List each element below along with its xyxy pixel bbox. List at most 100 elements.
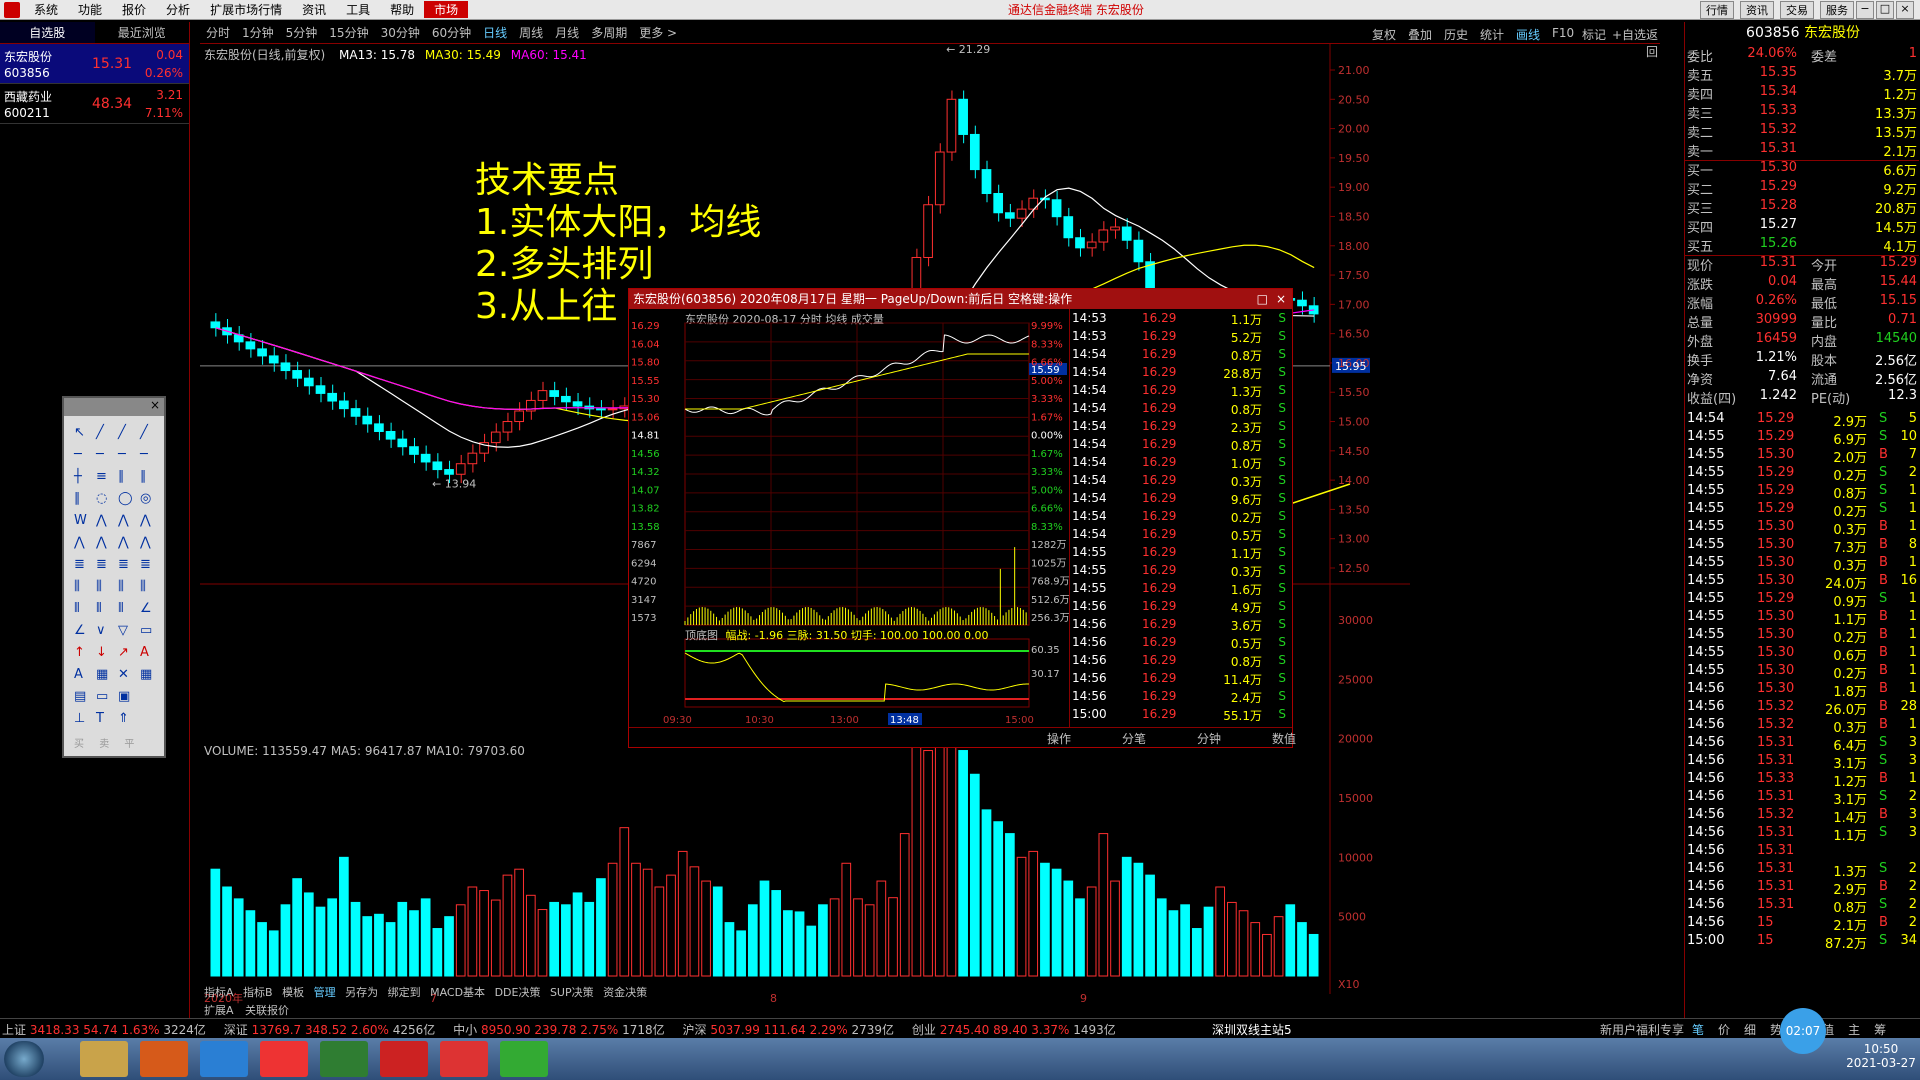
quote-button[interactable]: 行情 [1700, 1, 1734, 19]
indicator-tab[interactable]: 指标B [243, 986, 273, 999]
popup-tab[interactable]: 分笔 [1104, 730, 1164, 747]
period-tab-daily[interactable]: 日线 [477, 24, 513, 41]
tick-row: 14:55 15.30 7.3万 B 8 [1687, 537, 1917, 556]
menu-item[interactable]: 扩展市场行情 [200, 1, 292, 18]
drawing-tools-grid[interactable]: ↖ ╱ ╱ ╱ ─ ─ ─ ─ ┼ ≡ ∥ ∥ ∥ ◌ ◯ ◎ W ⋀ ⋀ ⋀ ⋀ ⋀ ⋀ ⋀ ≣ ≣ ≣ ≣ ⫼ ⫼ ⫼ ⫼ ⦀ ⦀ ⦀ ∠ ∠ ∨ ▽ ▭… [64, 416, 164, 756]
close-icon[interactable]: × [1896, 1, 1914, 19]
sell-tool[interactable]: 卖 [99, 739, 109, 750]
tick-volume: 55.1万 [1223, 709, 1262, 723]
promo-link[interactable]: 新用户福利专享 [1600, 1021, 1684, 1038]
tick-price: 16.29 [1142, 689, 1177, 703]
menu-item[interactable]: 分析 [156, 1, 200, 18]
buy-tool[interactable]: 买 [74, 739, 84, 750]
news-button[interactable]: 资讯 [1740, 1, 1774, 19]
indicator-tab[interactable]: 绑定到 [388, 986, 421, 999]
wechat-icon[interactable] [500, 1041, 548, 1077]
more-periods[interactable]: 更多 > [633, 24, 683, 41]
panel-tab[interactable]: 细 [1744, 1023, 1756, 1037]
start-button[interactable] [4, 1041, 44, 1077]
media-app-icon[interactable] [440, 1041, 488, 1077]
stock-code: 603856 [4, 66, 50, 80]
tab-recent[interactable]: 最近浏览 [94, 22, 189, 44]
indicator-tab[interactable]: 资金决策 [603, 986, 647, 999]
maximize-icon[interactable]: □ [1876, 1, 1894, 19]
maximize-icon[interactable]: □ [1257, 289, 1268, 309]
period-tab[interactable]: 30分钟 [375, 24, 426, 41]
browser-icon[interactable] [260, 1041, 308, 1077]
period-tab[interactable]: 5分钟 [280, 24, 324, 41]
minimize-icon[interactable]: − [1856, 1, 1874, 19]
trade-button[interactable]: 交易 [1780, 1, 1814, 19]
indicator-tab[interactable]: SUP决策 [550, 986, 594, 999]
field-value: 12.3 [1888, 388, 1917, 403]
tick-count: 2 [1908, 861, 1917, 876]
indicator-tab[interactable]: DDE决策 [495, 986, 541, 999]
volume-bar [268, 930, 279, 977]
indicator-tab[interactable]: MACD基本 [430, 986, 485, 999]
period-tab[interactable]: 多周期 [585, 24, 633, 41]
intraday-popup[interactable]: 东宏股份(603856) 2020年08月17日 星期一 PageUp/Down… [628, 288, 1296, 748]
index-quote[interactable]: 中小 8950.90 239.78 2.75% 1718亿 [453, 1023, 668, 1037]
indicator-tab[interactable]: 指标A [204, 986, 234, 999]
stats-button[interactable]: 统计 [1480, 26, 1504, 43]
index-name: 沪深 [682, 1023, 711, 1037]
stock-name: 东宏股份 [1803, 25, 1860, 41]
ext-tab[interactable]: 扩展A [204, 1004, 234, 1017]
index-quote[interactable]: 深证 13769.7 348.52 2.60% 4256亿 [224, 1023, 439, 1037]
panel-tab[interactable]: 价 [1718, 1023, 1730, 1037]
draw-button[interactable]: 画线 [1516, 26, 1540, 43]
tick-side: S [1278, 419, 1286, 433]
popup-tab[interactable]: 数值 [1254, 730, 1314, 747]
period-tab[interactable]: 分时 [200, 24, 236, 41]
menu-item[interactable]: 报价 [112, 1, 156, 18]
indicator-tab[interactable]: 另存为 [345, 986, 378, 999]
f10-button[interactable]: F10 [1552, 26, 1574, 40]
indicator-tab[interactable]: 管理 [314, 986, 336, 999]
add-watch-button[interactable]: +自选 [1612, 26, 1646, 43]
mark-button[interactable]: 标记 [1582, 26, 1606, 43]
close-icon[interactable]: × [1276, 289, 1286, 309]
indicator-tab[interactable]: 模板 [282, 986, 304, 999]
service-button[interactable]: 服务 [1820, 1, 1854, 19]
tick-volume: 1.3万 [1833, 865, 1867, 880]
period-tab[interactable]: 15分钟 [323, 24, 374, 41]
period-tab[interactable]: 60分钟 [426, 24, 477, 41]
ext-tab[interactable]: 关联报价 [245, 1004, 289, 1017]
tab-watchlist[interactable]: 自选股 [0, 22, 95, 44]
flat-tool[interactable]: 平 [124, 739, 134, 750]
popup-title-bar[interactable]: 东宏股份(603856) 2020年08月17日 星期一 PageUp/Down… [629, 289, 1292, 309]
popup-tab[interactable]: 操作 [1029, 730, 1089, 747]
menu-item[interactable]: 工具 [336, 1, 380, 18]
menu-item[interactable]: 功能 [68, 1, 112, 18]
period-tab[interactable]: 月线 [549, 24, 585, 41]
overlay-button[interactable]: 叠加 [1408, 26, 1432, 43]
ie-icon[interactable] [200, 1041, 248, 1077]
menu-item[interactable]: 资讯 [292, 1, 336, 18]
period-tab[interactable]: 1分钟 [236, 24, 280, 41]
popup-tab[interactable]: 分钟 [1179, 730, 1239, 747]
excel-icon[interactable] [320, 1041, 368, 1077]
panel-tab[interactable]: 笔 [1692, 1023, 1704, 1037]
server-name[interactable]: 深圳双线主站5 [1212, 1021, 1292, 1038]
index-quote[interactable]: 上证 3418.33 54.74 1.63% 3224亿 [2, 1023, 210, 1037]
stock-app-icon[interactable] [380, 1041, 428, 1077]
market-menu[interactable]: 市场 [424, 1, 469, 18]
tick-row: 14:56 15.31 3.1万 S 3 [1687, 753, 1917, 772]
firefox-icon[interactable] [140, 1041, 188, 1077]
list-item[interactable]: 东宏股份 603856 15.31 0.04 0.26% [0, 44, 189, 84]
index-quote[interactable]: 创业 2745.40 89.40 3.37% 1493亿 [912, 1023, 1116, 1037]
panel-tab[interactable]: 筹 [1874, 1023, 1886, 1037]
panel-tab[interactable]: 主 [1848, 1023, 1860, 1037]
period-tab[interactable]: 周线 [513, 24, 549, 41]
file-explorer-icon[interactable] [80, 1041, 128, 1077]
close-icon[interactable]: × [150, 398, 160, 412]
timer-badge[interactable]: 02:07 [1780, 1008, 1826, 1054]
history-button[interactable]: 历史 [1444, 26, 1468, 43]
menu-item[interactable]: 系统 [24, 1, 68, 18]
index-quote[interactable]: 沪深 5037.99 111.64 2.29% 2739亿 [682, 1023, 897, 1037]
tick-side: B [1879, 807, 1888, 822]
menu-item[interactable]: 帮助 [380, 1, 424, 18]
list-item[interactable]: 西藏药业 600211 48.34 3.21 7.11% [0, 84, 189, 124]
adjust-button[interactable]: 复权 [1372, 26, 1396, 43]
intraday-chart[interactable]: 16.29 16.04 15.80 15.55 15.30 15.06 14.81 14.56… [629, 309, 1069, 727]
